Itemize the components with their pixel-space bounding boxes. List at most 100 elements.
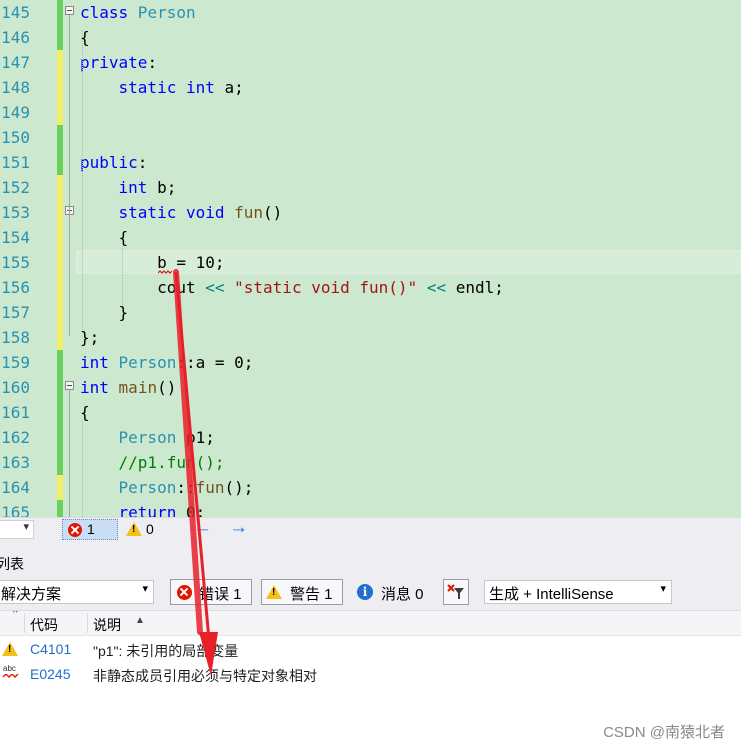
code-line[interactable]: 148 static int a;: [0, 75, 741, 100]
code-token: endl;: [446, 278, 504, 297]
code-token: }: [80, 303, 129, 322]
arrow-left-icon[interactable]: ←: [193, 517, 212, 539]
chevron-down-icon: ▾: [660, 583, 666, 595]
column-header-code[interactable]: 代码: [30, 615, 58, 635]
code-line[interactable]: 147 private:: [0, 50, 741, 75]
warnings-filter-button[interactable]: 警告 1: [261, 579, 343, 605]
column-options-icon[interactable]: ⠉: [12, 610, 19, 621]
code-line[interactable]: 145 class Person: [0, 0, 741, 25]
fold-outline: [69, 390, 70, 517]
error-count: 1: [87, 521, 95, 537]
code-text: int main(): [80, 375, 176, 400]
error-count-button[interactable]: 1: [62, 519, 118, 540]
line-number: 149: [1, 103, 30, 122]
code-token: {: [80, 228, 129, 247]
editor-status-bar: ▾ 1 0 ← →: [0, 517, 741, 541]
change-indicator: [57, 450, 63, 475]
filter-button[interactable]: [443, 579, 469, 605]
change-indicator: [57, 300, 63, 325]
code-token: int: [118, 178, 148, 197]
code-line[interactable]: 149: [0, 100, 741, 125]
code-line[interactable]: 161{: [0, 400, 741, 425]
code-line[interactable]: 162 Person p1;: [0, 425, 741, 450]
change-indicator: [57, 475, 63, 500]
code-line[interactable]: 158};: [0, 325, 741, 350]
errors-filter-label: 错误 1: [199, 586, 242, 603]
warnings-filter-label: 警告 1: [290, 586, 333, 603]
change-indicator: [57, 400, 63, 425]
build-filter-select[interactable]: 生成 + IntelliSense ▾: [484, 580, 672, 604]
code-line[interactable]: 163 //p1.fun();: [0, 450, 741, 475]
line-number: 154: [1, 228, 30, 247]
line-number: 159: [1, 353, 30, 372]
code-line[interactable]: 150: [0, 125, 741, 150]
code-token: (): [263, 203, 283, 222]
code-token: fun: [195, 478, 225, 497]
code-token: int: [185, 78, 215, 97]
warning-icon: [266, 585, 282, 599]
code-line[interactable]: 164 Person::fun();: [0, 475, 741, 500]
code-line[interactable]: 156 cout << "static void fun()" << endl;: [0, 275, 741, 300]
row-code[interactable]: C4101: [30, 641, 71, 657]
code-text: Person::fun();: [80, 475, 254, 500]
change-indicator: [57, 200, 63, 225]
code-editor[interactable]: 145 class Person 146{147 private: 148 static…: [0, 0, 741, 517]
line-number: 156: [1, 278, 30, 297]
line-number: 150: [1, 128, 30, 147]
code-line[interactable]: 153 static void fun(): [0, 200, 741, 225]
scope-select[interactable]: 解决方案 ▾: [0, 580, 154, 604]
change-indicator: [57, 275, 63, 300]
line-number: 153: [1, 203, 30, 222]
code-line[interactable]: 146{: [0, 25, 741, 50]
warning-count-button[interactable]: 0: [125, 519, 165, 540]
code-line[interactable]: 160 int main(): [0, 375, 741, 400]
code-token: <<: [426, 278, 447, 297]
error-list-row[interactable]: C4101 "p1": 未引用的局部变量: [0, 637, 741, 662]
line-number: 160: [1, 378, 30, 397]
indent-guide: [82, 420, 83, 517]
column-separator[interactable]: [24, 613, 25, 633]
code-line[interactable]: 151 public:: [0, 150, 741, 175]
errors-filter-button[interactable]: 错误 1: [170, 579, 252, 605]
error-list-row[interactable]: abc E0245 非静态成员引用必须与特定对象相对: [0, 662, 741, 687]
column-separator[interactable]: [87, 613, 88, 633]
change-indicator: [57, 150, 63, 175]
row-description: "p1": 未引用的局部变量: [93, 643, 239, 659]
collapse-icon[interactable]: [65, 6, 74, 15]
column-header-description[interactable]: 说明: [93, 615, 121, 635]
code-text: cout << "static void fun()" << endl;: [80, 275, 504, 300]
error-list-title-bar: 列表: [0, 541, 741, 574]
code-line[interactable]: 157 }: [0, 300, 741, 325]
code-line[interactable]: 154 {: [0, 225, 741, 250]
code-token: Person: [128, 3, 196, 22]
messages-filter-label: 消息 0: [381, 586, 424, 603]
row-code[interactable]: E0245: [30, 666, 70, 682]
code-token: b;: [147, 178, 177, 197]
indent-guide: [122, 246, 123, 305]
arrow-right-icon[interactable]: →: [229, 517, 248, 539]
code-text: return 0;: [80, 500, 206, 517]
collapse-icon[interactable]: [65, 381, 74, 390]
code-token: Person: [108, 353, 177, 372]
line-number: 158: [1, 328, 30, 347]
line-number: 152: [1, 178, 30, 197]
zoom-select[interactable]: ▾: [0, 520, 34, 539]
warning-count: 0: [146, 521, 154, 537]
code-line[interactable]: 159 int Person::a = 0;: [0, 350, 741, 375]
code-line[interactable]: 165 return 0;: [0, 500, 741, 517]
change-indicator: [57, 75, 63, 100]
messages-filter-button[interactable]: i 消息 0: [351, 579, 433, 605]
code-line[interactable]: 152 int b;: [0, 175, 741, 200]
change-indicator: [57, 25, 63, 50]
change-indicator: [57, 225, 63, 250]
code-line[interactable]: 155 b = 10;: [0, 250, 741, 275]
change-indicator: [57, 350, 63, 375]
